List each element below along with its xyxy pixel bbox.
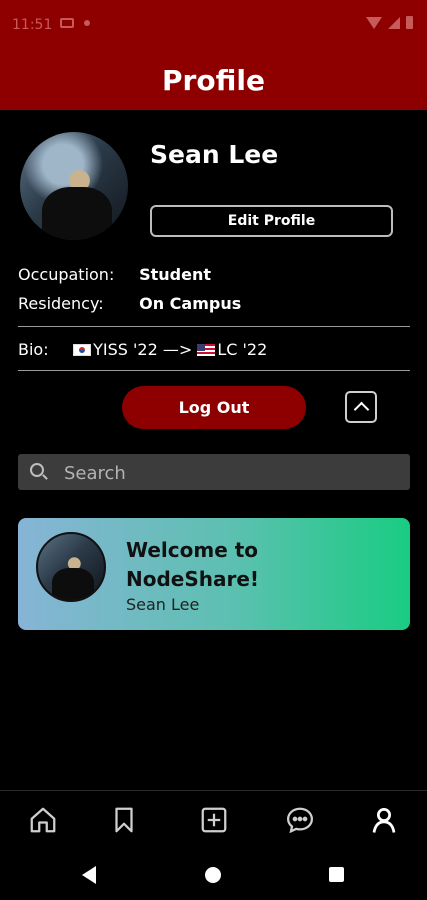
collapse-button[interactable]	[345, 391, 377, 423]
back-icon[interactable]	[82, 866, 96, 884]
profile-avatar	[20, 132, 128, 240]
notification-icon	[60, 18, 74, 28]
occupation-label: Occupation:	[18, 265, 115, 284]
residency-row: Residency: On Campus	[18, 294, 241, 313]
korea-flag-icon	[73, 344, 92, 356]
nav-add-post[interactable]	[199, 805, 229, 835]
bottom-nav	[0, 790, 427, 851]
chevron-up-icon	[353, 401, 370, 418]
bio-text-part-1: YISS '22 —>	[93, 340, 198, 359]
profile-icon	[372, 808, 396, 833]
search-input[interactable]	[62, 454, 406, 492]
status-notification-icons	[60, 18, 90, 28]
wifi-icon	[366, 16, 382, 29]
post-title: Welcome to NodeShare!	[126, 538, 260, 591]
logout-button[interactable]: Log Out	[122, 386, 306, 429]
recents-icon[interactable]	[329, 867, 344, 882]
residency-label: Residency:	[18, 294, 104, 313]
bio-label: Bio:	[18, 340, 49, 359]
search-icon	[30, 463, 44, 477]
chat-icon	[286, 807, 314, 834]
search-bar[interactable]	[18, 454, 410, 492]
divider	[18, 370, 410, 371]
residency-value: On Campus	[139, 294, 242, 313]
nav-bookmarks[interactable]	[109, 805, 139, 835]
status-bar: 11:51	[0, 0, 427, 52]
post-card[interactable]: Welcome to NodeShare! Sean Lee	[18, 518, 410, 630]
bookmark-icon	[115, 807, 133, 833]
status-system-icons	[366, 16, 413, 29]
divider	[18, 326, 410, 327]
occupation-value: Student	[139, 265, 211, 284]
status-time: 11:51	[12, 17, 53, 33]
bio-text-part-2: LC '22	[217, 340, 268, 359]
add-post-icon	[201, 807, 227, 833]
home-icon	[30, 807, 56, 833]
bio-row: Bio: YISS '22 —> LC '22	[18, 340, 267, 359]
us-flag-icon	[197, 344, 216, 356]
edit-profile-button[interactable]: Edit Profile	[150, 205, 393, 237]
system-nav-bar	[0, 850, 427, 900]
notification-dot-icon	[84, 20, 90, 26]
app-header: Profile	[0, 52, 427, 110]
battery-icon	[406, 16, 413, 29]
post-author-avatar	[36, 532, 106, 602]
nav-chat[interactable]	[285, 805, 315, 835]
page-title: Profile	[162, 64, 265, 97]
user-name: Sean Lee	[150, 140, 279, 169]
nav-home[interactable]	[28, 805, 58, 835]
post-author: Sean Lee	[126, 595, 200, 614]
nav-profile[interactable]	[369, 805, 399, 835]
home-circle-icon[interactable]	[205, 867, 221, 883]
signal-icon	[388, 16, 400, 29]
occupation-row: Occupation: Student	[18, 265, 211, 284]
